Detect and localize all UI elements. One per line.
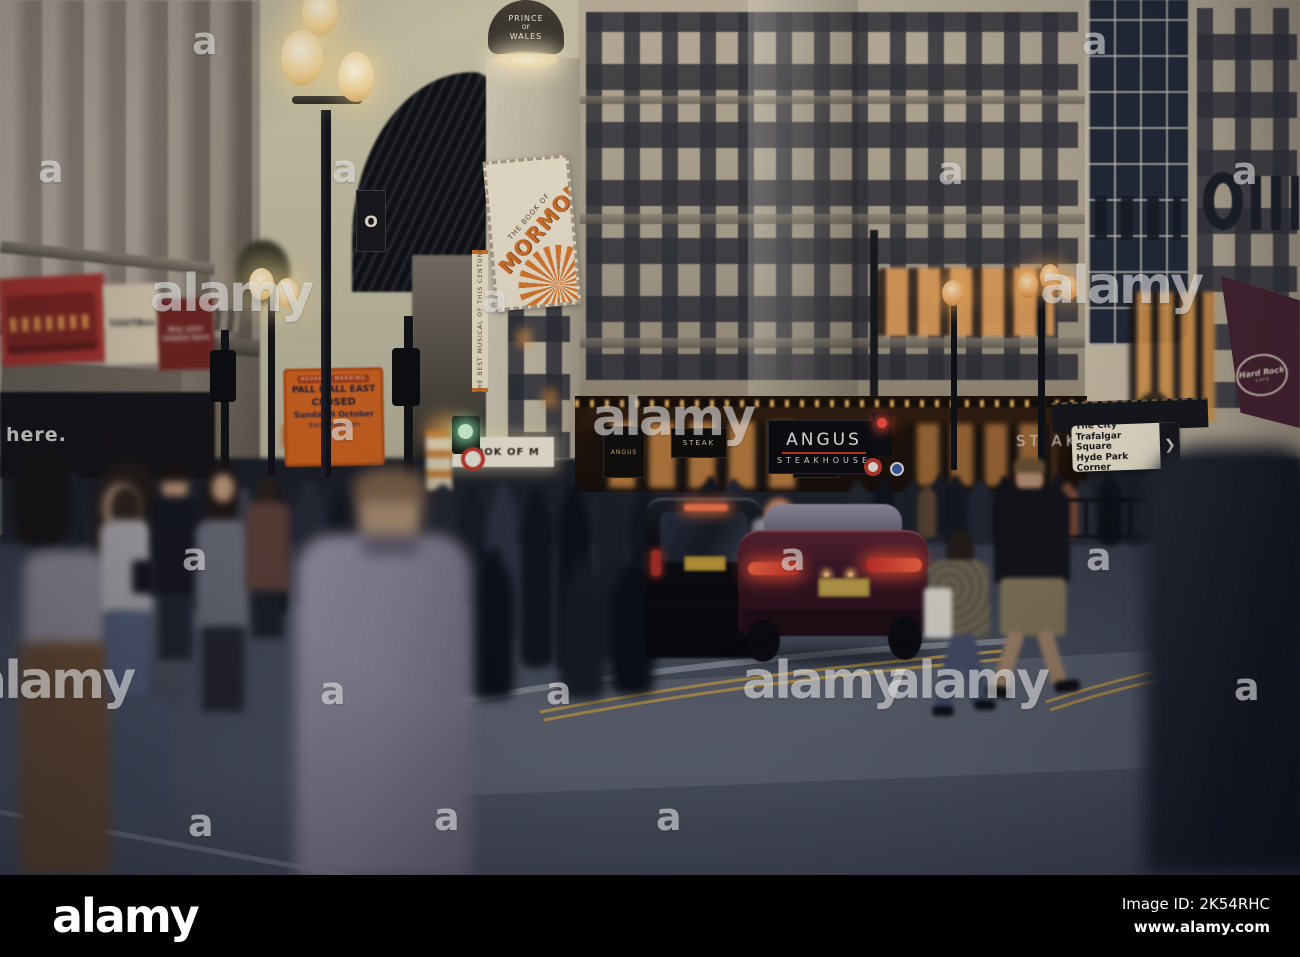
alamy-watermark-mark: a: [330, 405, 356, 449]
alamy-watermark-mark: a: [780, 535, 806, 579]
alamy-footer: alamy Image ID: 2K54RHC www.alamy.com: [0, 875, 1300, 957]
alamy-watermark-logo: alamy: [150, 264, 314, 324]
alamy-watermark-logo: alamy: [1040, 256, 1204, 316]
alamy-watermark-mark: a: [1234, 665, 1260, 709]
alamy-watermark-mark: a: [320, 669, 346, 713]
alamy-watermark-logo: alamy: [886, 651, 1050, 711]
image-id: Image ID: 2K54RHC: [1121, 894, 1270, 913]
alamy-watermark-mark: a: [182, 535, 208, 579]
alamy-watermark-mark: a: [192, 19, 218, 63]
alamy-watermark-mark: a: [656, 795, 682, 839]
alamy-watermark-mark: a: [434, 795, 460, 839]
alamy-stock-photo-page: TOOTBus Buy your tickets here here. O PR…: [0, 0, 1300, 957]
alamy-watermark-mark: a: [188, 801, 214, 845]
alamy-watermark-logo: alamy: [0, 651, 136, 711]
alamy-logo: alamy: [52, 889, 200, 943]
alamy-website: www.alamy.com: [1133, 918, 1270, 936]
alamy-watermark-mark: a: [938, 149, 964, 193]
alamy-watermark-mark: a: [1082, 19, 1108, 63]
alamy-watermark-mark: a: [546, 669, 572, 713]
alamy-watermark-mark: a: [1086, 535, 1112, 579]
alamy-watermark-mark: a: [1232, 149, 1258, 193]
watermark-layer: alamyalamyalamyalamyalamyalamyaaaaaaaaaa…: [0, 0, 1300, 875]
street-photo: TOOTBus Buy your tickets here here. O PR…: [0, 0, 1300, 875]
alamy-watermark-mark: a: [38, 147, 64, 191]
alamy-watermark-mark: a: [332, 147, 358, 191]
alamy-watermark-mark: a: [482, 277, 508, 321]
alamy-watermark-logo: alamy: [742, 651, 906, 711]
alamy-watermark-logo: alamy: [592, 388, 756, 448]
